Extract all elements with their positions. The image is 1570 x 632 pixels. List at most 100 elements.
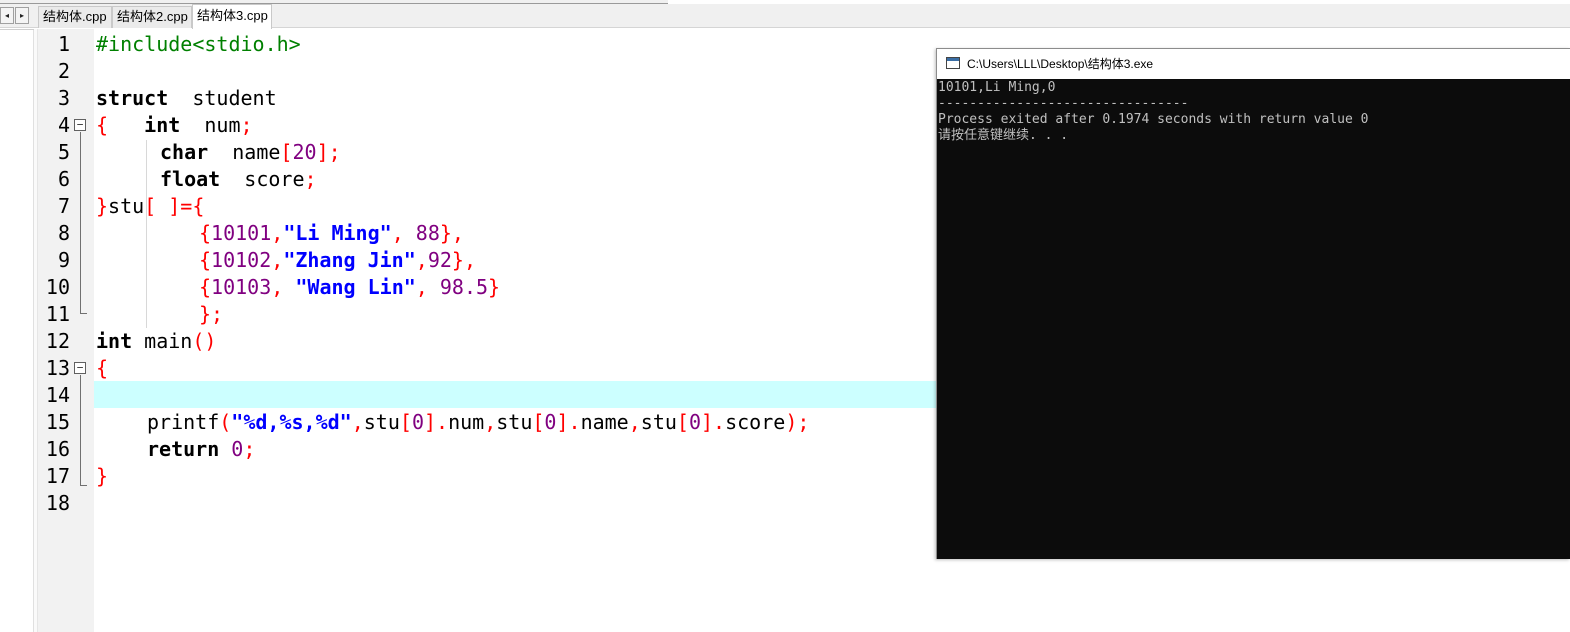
tab-struct2-cpp[interactable]: 结构体2.cpp [112, 6, 192, 28]
number-literal: 0 [219, 437, 244, 461]
keyword: int [144, 113, 181, 137]
tab-scroll-right-button[interactable]: ▸ [15, 7, 29, 24]
string-literal: "Li Ming" [283, 221, 392, 245]
number-literal: 10102 [211, 248, 272, 272]
code-line-8: {10101,"Li Ming", 88}, [199, 220, 464, 247]
console-title: C:\Users\LLL\Desktop\结构体3.exe [967, 57, 1154, 71]
string-literal: "Wang Lin" [295, 275, 416, 299]
number-literal: 0 [411, 410, 424, 434]
bracket: [ [676, 410, 689, 434]
number-literal: 88 [415, 221, 440, 245]
code-line-6: float score; [160, 166, 317, 193]
identifier: num [180, 113, 241, 137]
code-line-12: int main() [96, 328, 216, 355]
line-number: 3 [57, 86, 70, 110]
string-literal: "Zhang Jin" [283, 248, 416, 272]
line-number: 13 [45, 356, 70, 380]
fold-end-marker [80, 313, 87, 314]
comma: , [415, 275, 440, 299]
line-number: 17 [45, 464, 70, 488]
number-literal: 0 [544, 410, 557, 434]
console-line: -------------------------------- [938, 96, 1189, 111]
code-line-5: char name[20]; [160, 139, 341, 166]
tab-bar: ◂ ▸ 结构体.cpp 结构体2.cpp 结构体3.cpp [0, 4, 1570, 29]
line-number: 11 [45, 302, 70, 326]
line-number: 12 [45, 329, 70, 353]
brace: }; [199, 302, 224, 326]
identifier: stu [496, 410, 533, 434]
paren: ( [219, 410, 232, 434]
semicolon: ; [243, 437, 256, 461]
identifier: printf [147, 410, 220, 434]
code-line-15: printf("%d,%s,%d",stu[0].num,stu[0].name… [147, 409, 809, 436]
comma: , [271, 248, 284, 272]
semicolon: ; [240, 113, 253, 137]
side-panel-marker [0, 29, 34, 30]
brace: { [199, 248, 212, 272]
fold-collapse-icon[interactable]: − [74, 119, 86, 131]
brace: { [96, 113, 109, 137]
fold-collapse-icon[interactable]: − [74, 362, 86, 374]
line-number: 1 [57, 32, 70, 56]
console-window[interactable]: C:\Users\LLL\Desktop\结构体3.exe 10101,Li M… [936, 48, 1570, 559]
identifier: student [168, 86, 277, 110]
bracket: ]. [701, 410, 726, 434]
console-output[interactable]: 10101,Li Ming,0 ------------------------… [937, 79, 1570, 559]
comma: , [391, 221, 416, 245]
console-titlebar[interactable]: C:\Users\LLL\Desktop\结构体3.exe [937, 49, 1570, 79]
line-number: 8 [57, 221, 70, 245]
brace: { [199, 275, 212, 299]
brace: }, [451, 248, 476, 272]
brace: } [96, 464, 109, 488]
bracket: [ [399, 410, 412, 434]
console-line: Process exited after 0.1974 seconds with… [938, 112, 1369, 127]
indent-guide [146, 140, 147, 328]
code-line-1: #include<stdio.h> [96, 31, 301, 58]
identifier: name [208, 140, 281, 164]
identifier: num [448, 410, 485, 434]
line-number: 15 [45, 410, 70, 434]
number-literal: 10101 [211, 221, 272, 245]
tab-struct3-cpp[interactable]: 结构体3.cpp [192, 4, 272, 29]
bracket: ]; [316, 140, 341, 164]
number-literal: 98.5 [439, 275, 489, 299]
tab-struct-cpp[interactable]: 结构体.cpp [38, 6, 112, 28]
identifier: score [220, 167, 305, 191]
brace: } [96, 194, 109, 218]
fold-end-marker [80, 485, 87, 486]
bracket: [ [280, 140, 293, 164]
brace: { [96, 356, 109, 380]
bracket: [ [532, 410, 545, 434]
line-number: 2 [57, 59, 70, 83]
bracket: ]. [423, 410, 449, 434]
code-line-4: { int num; [96, 112, 253, 139]
preprocessor-directive: #include<stdio.h> [96, 32, 301, 56]
line-number: 16 [45, 437, 70, 461]
identifier: score [725, 410, 786, 434]
console-line: 10101,Li Ming,0 [938, 80, 1056, 95]
keyword: int [96, 329, 133, 353]
comma: , [351, 410, 364, 434]
keyword: char [160, 140, 209, 164]
line-number: 4 [57, 113, 70, 137]
code-line-16: return 0; [147, 436, 255, 463]
keyword: float [160, 167, 221, 191]
bracket: ]. [556, 410, 581, 434]
comma: , [415, 248, 428, 272]
console-app-icon [946, 57, 960, 69]
comma: , [271, 221, 284, 245]
tab-scroll-left-button[interactable]: ◂ [0, 7, 14, 24]
code-line-9: {10102,"Zhang Jin",92}, [199, 247, 476, 274]
brace: }, [439, 221, 464, 245]
code-line-17: } [96, 463, 108, 490]
line-number: 10 [45, 275, 70, 299]
number-literal: 10103 [211, 275, 272, 299]
line-number: 14 [45, 383, 70, 407]
number-literal: 20 [292, 140, 317, 164]
semicolon: ; [304, 167, 317, 191]
code-line-3: struct student [96, 85, 277, 112]
string-literal: "%d,%s,%d" [231, 410, 352, 434]
identifier: stu [363, 410, 400, 434]
brace: } [488, 275, 501, 299]
